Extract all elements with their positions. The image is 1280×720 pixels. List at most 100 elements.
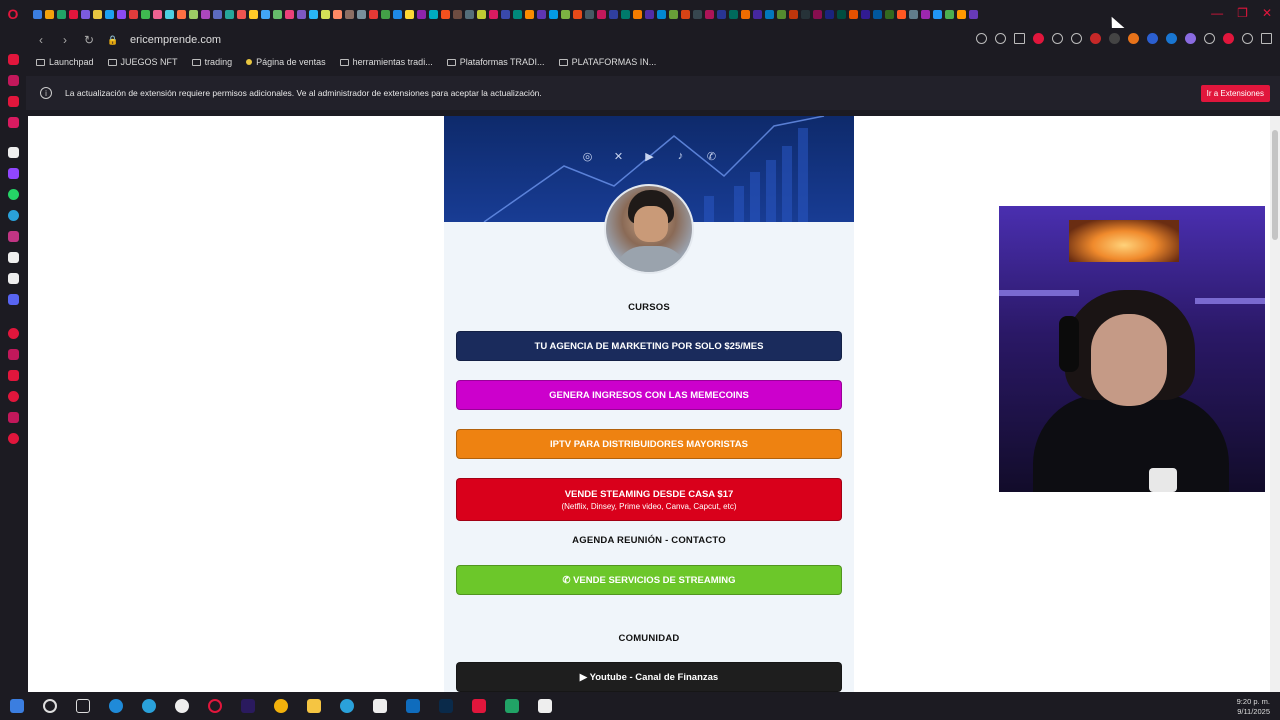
sidebar-arc-icon[interactable] xyxy=(7,147,19,158)
opera-logo-icon[interactable]: O xyxy=(0,0,26,28)
tab-favicon-icon[interactable] xyxy=(357,9,366,19)
tab-favicon-icon[interactable] xyxy=(597,9,606,19)
tab-favicon-icon[interactable] xyxy=(117,9,126,19)
tab-favicon-icon[interactable] xyxy=(873,9,882,19)
forward-icon[interactable]: › xyxy=(56,33,74,47)
photoshop-icon[interactable] xyxy=(439,699,453,713)
tab-favicon-icon[interactable] xyxy=(297,9,306,19)
tab-favicon-icon[interactable] xyxy=(789,9,798,19)
outlook-icon[interactable] xyxy=(406,699,420,713)
tab-favicon-icon[interactable] xyxy=(969,9,978,19)
shield-icon[interactable] xyxy=(1033,33,1044,44)
tab-favicon-icon[interactable] xyxy=(153,9,162,19)
sidebar-bag-icon[interactable] xyxy=(7,75,19,86)
account-icon[interactable] xyxy=(1223,33,1234,44)
menu-icon[interactable] xyxy=(1261,33,1272,44)
files-icon[interactable] xyxy=(307,699,321,713)
maximize-icon[interactable]: ❐ xyxy=(1237,6,1248,20)
heart-icon[interactable] xyxy=(1052,33,1063,44)
chatgpt-icon[interactable] xyxy=(109,699,123,713)
tab-favicon-icon[interactable] xyxy=(957,9,966,19)
tab-favicon-icon[interactable] xyxy=(345,9,354,19)
bookmark-trading[interactable]: trading xyxy=(191,57,232,67)
download-icon[interactable] xyxy=(1242,33,1253,44)
sidebar-bookmark-icon[interactable] xyxy=(7,370,19,381)
sidebar-instagram-icon[interactable] xyxy=(7,117,19,128)
capcut-icon[interactable] xyxy=(373,699,387,713)
sidebar-grid-icon[interactable] xyxy=(7,349,19,360)
tab-favicon-icon[interactable] xyxy=(429,9,438,19)
sidebar-history-icon[interactable] xyxy=(7,391,19,402)
sidebar-settings-icon[interactable] xyxy=(7,433,19,444)
tab-favicon-icon[interactable] xyxy=(81,9,90,19)
tab-favicon-icon[interactable] xyxy=(213,9,222,19)
tab-favicon-icon[interactable] xyxy=(909,9,918,19)
sidebar-telegram-icon[interactable] xyxy=(7,210,19,221)
tab-favicon-icon[interactable] xyxy=(141,9,150,19)
snapshot-icon[interactable] xyxy=(1014,33,1025,44)
pin-icon[interactable] xyxy=(995,33,1006,44)
tab-favicon-icon[interactable] xyxy=(897,9,906,19)
tab-favicon-icon[interactable] xyxy=(381,9,390,19)
tab-favicon-icon[interactable] xyxy=(885,9,894,19)
marketing-agency-button[interactable]: TU AGENCIA DE MARKETING POR SOLO $25/MES xyxy=(456,331,842,361)
extension-blue-icon[interactable] xyxy=(1147,33,1158,44)
sidebar-tiktok-icon[interactable] xyxy=(7,252,19,263)
reload-icon[interactable]: ↻ xyxy=(80,33,98,47)
tab-favicon-icon[interactable] xyxy=(441,9,450,19)
play-icon[interactable] xyxy=(1071,33,1082,44)
extensions-icon[interactable] xyxy=(1204,33,1215,44)
tab-favicon-icon[interactable] xyxy=(369,9,378,19)
tab-favicon-icon[interactable] xyxy=(273,9,282,19)
bookmark-juegos-nft[interactable]: JUEGOS NFT xyxy=(107,57,178,67)
tab-favicon-icon[interactable] xyxy=(225,9,234,19)
tab-favicon-icon[interactable] xyxy=(945,9,954,19)
extension-fox-icon[interactable] xyxy=(1128,33,1139,44)
tab-favicon-icon[interactable] xyxy=(801,9,810,19)
tab-favicon-icon[interactable] xyxy=(549,9,558,19)
tab-favicon-icon[interactable] xyxy=(201,9,210,19)
tab-favicon-icon[interactable] xyxy=(741,9,750,19)
sidebar-instagram2-icon[interactable] xyxy=(7,231,19,242)
tab-favicon-icon[interactable] xyxy=(177,9,186,19)
chrome-icon[interactable] xyxy=(274,699,288,713)
tab-favicon-icon[interactable] xyxy=(573,9,582,19)
zoom-icon[interactable] xyxy=(976,33,987,44)
tab-favicon-icon[interactable] xyxy=(609,9,618,19)
tab-favicon-icon[interactable] xyxy=(237,9,246,19)
tab-favicon-icon[interactable] xyxy=(69,9,78,19)
youtube-channel-button[interactable]: ▶ Youtube - Canal de Finanzas xyxy=(456,662,842,692)
tab-favicon-icon[interactable] xyxy=(717,9,726,19)
tab-favicon-icon[interactable] xyxy=(933,9,942,19)
tab-favicon-icon[interactable] xyxy=(561,9,570,19)
streaming-home-button[interactable]: VENDE STEAMING DESDE CASA $17 (Netflix, … xyxy=(456,478,842,521)
extension-purple-icon[interactable] xyxy=(1185,33,1196,44)
tiktok-icon[interactable]: ♪ xyxy=(673,150,688,163)
tab-favicon-icon[interactable] xyxy=(405,9,414,19)
minimize-icon[interactable]: — xyxy=(1211,6,1223,20)
tab-favicon-icon[interactable] xyxy=(513,9,522,19)
tab-favicon-icon[interactable] xyxy=(453,9,462,19)
tab-favicon-icon[interactable] xyxy=(45,9,54,19)
system-clock[interactable]: 9:20 p. m. 9/11/2025 xyxy=(1237,697,1270,717)
page-scrollbar[interactable] xyxy=(1270,116,1280,692)
tab-favicon-icon[interactable] xyxy=(753,9,762,19)
sidebar-whatsapp-icon[interactable] xyxy=(7,189,19,200)
tab-favicon-icon[interactable] xyxy=(837,9,846,19)
tab-favicon-icon[interactable] xyxy=(585,9,594,19)
search-icon[interactable] xyxy=(43,699,57,713)
tab-favicon-icon[interactable] xyxy=(825,9,834,19)
tab-favicon-icon[interactable] xyxy=(321,9,330,19)
tab-favicon-icon[interactable] xyxy=(249,9,258,19)
tab-favicon-icon[interactable] xyxy=(777,9,786,19)
tab-favicon-icon[interactable] xyxy=(861,9,870,19)
tab-favicon-icon[interactable] xyxy=(657,9,666,19)
extension-red-icon[interactable] xyxy=(1090,33,1101,44)
tab-favicon-icon[interactable] xyxy=(417,9,426,19)
capcut-alt-icon[interactable] xyxy=(538,699,552,713)
tab-favicon-icon[interactable] xyxy=(765,9,774,19)
tab-favicon-icon[interactable] xyxy=(921,9,930,19)
streaming-services-button[interactable]: ✆ VENDE SERVICIOS DE STREAMING xyxy=(456,565,842,595)
task-view-icon[interactable] xyxy=(76,699,90,713)
tab-favicon-icon[interactable] xyxy=(621,9,630,19)
